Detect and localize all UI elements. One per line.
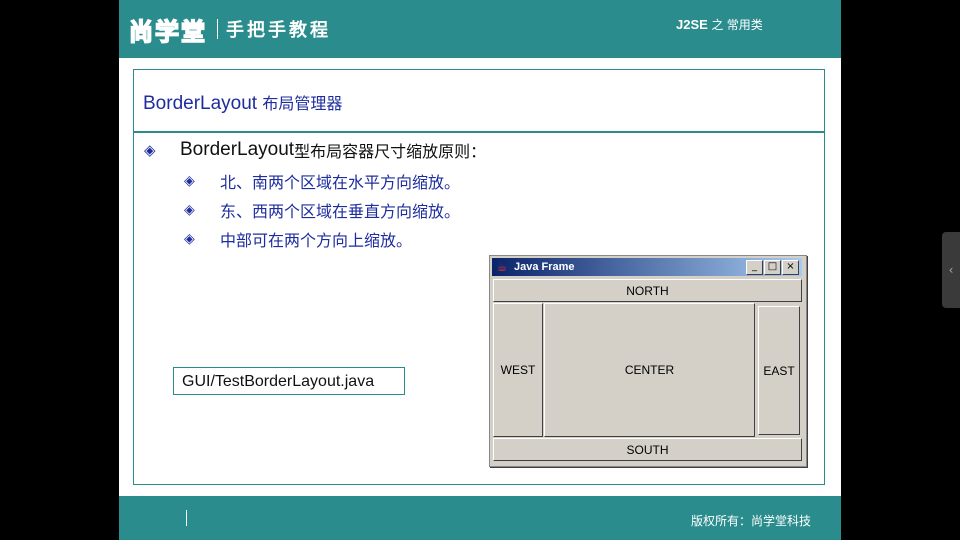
main-bullet-en: BorderLayout: [180, 139, 295, 160]
main-bullet: ◈ BorderLayout 型布局容器尺寸缩放原则：: [144, 138, 486, 162]
file-path-label: GUI/TestBorderLayout.java: [173, 367, 405, 395]
logo-divider: [217, 19, 218, 39]
sub-bullet: ◈ 北、南两个区域在水平方向缩放。: [184, 169, 460, 193]
course-name: J2SE: [676, 17, 708, 32]
slide-title-zh: 布局管理器: [262, 94, 343, 113]
side-panel-toggle[interactable]: ‹: [942, 232, 960, 308]
java-cup-icon: ☕: [496, 260, 508, 274]
java-frame-title: Java Frame: [514, 261, 575, 273]
slide-footer: 版权所有：尚学堂科技: [119, 496, 841, 540]
sub-bullet-text: 北、南两个区域在水平方向缩放。: [220, 173, 461, 192]
north-button[interactable]: NORTH: [493, 279, 802, 302]
maximize-button[interactable]: □: [764, 260, 781, 275]
course-label: J2SE 之 常用类: [676, 16, 763, 33]
sub-bullet-text: 中部可在两个方向上缩放。: [220, 231, 413, 250]
main-bullet-zh: 型布局容器尺寸缩放原则：: [294, 142, 487, 161]
sub-bullet-text: 东、西两个区域在垂直方向缩放。: [220, 202, 461, 221]
diamond-bullet-icon: ◈: [184, 231, 195, 247]
window-controls: _ □ ×: [746, 260, 799, 275]
east-button[interactable]: EAST: [758, 306, 800, 435]
course-suffix: 之 常用类: [711, 18, 763, 32]
logo-text: 尚学堂: [128, 17, 207, 47]
south-button[interactable]: SOUTH: [493, 438, 802, 461]
sub-bullet: ◈ 中部可在两个方向上缩放。: [184, 227, 412, 251]
copyright-text: 版权所有：尚学堂科技: [690, 514, 811, 528]
center-button[interactable]: CENTER: [544, 303, 755, 437]
logo: 尚学堂 手把手教程: [128, 12, 331, 47]
chevron-left-icon: ‹: [948, 263, 954, 277]
java-frame-titlebar[interactable]: ☕ Java Frame _ □ ×: [492, 258, 802, 276]
slide-title: BorderLayout 布局管理器: [143, 90, 342, 115]
sub-bullet: ◈ 东、西两个区域在垂直方向缩放。: [184, 198, 460, 222]
slide-header: 尚学堂 手把手教程 J2SE 之 常用类: [119, 0, 841, 58]
west-button[interactable]: WEST: [493, 303, 543, 437]
slide: 尚学堂 手把手教程 J2SE 之 常用类 BorderLayout 布局管理器 …: [119, 0, 841, 540]
footer-divider: [186, 510, 187, 526]
diamond-bullet-icon: ◈: [144, 141, 156, 159]
diamond-bullet-icon: ◈: [184, 202, 195, 218]
minimize-button[interactable]: _: [746, 260, 763, 275]
close-button[interactable]: ×: [782, 260, 799, 275]
slide-title-en: BorderLayout: [143, 93, 258, 114]
java-frame-window[interactable]: ☕ Java Frame _ □ × NORTH WEST CENTER EAS…: [489, 255, 807, 467]
logo-subtitle: 手把手教程: [226, 20, 331, 41]
title-row: BorderLayout 布局管理器: [134, 70, 824, 133]
diamond-bullet-icon: ◈: [184, 173, 195, 189]
